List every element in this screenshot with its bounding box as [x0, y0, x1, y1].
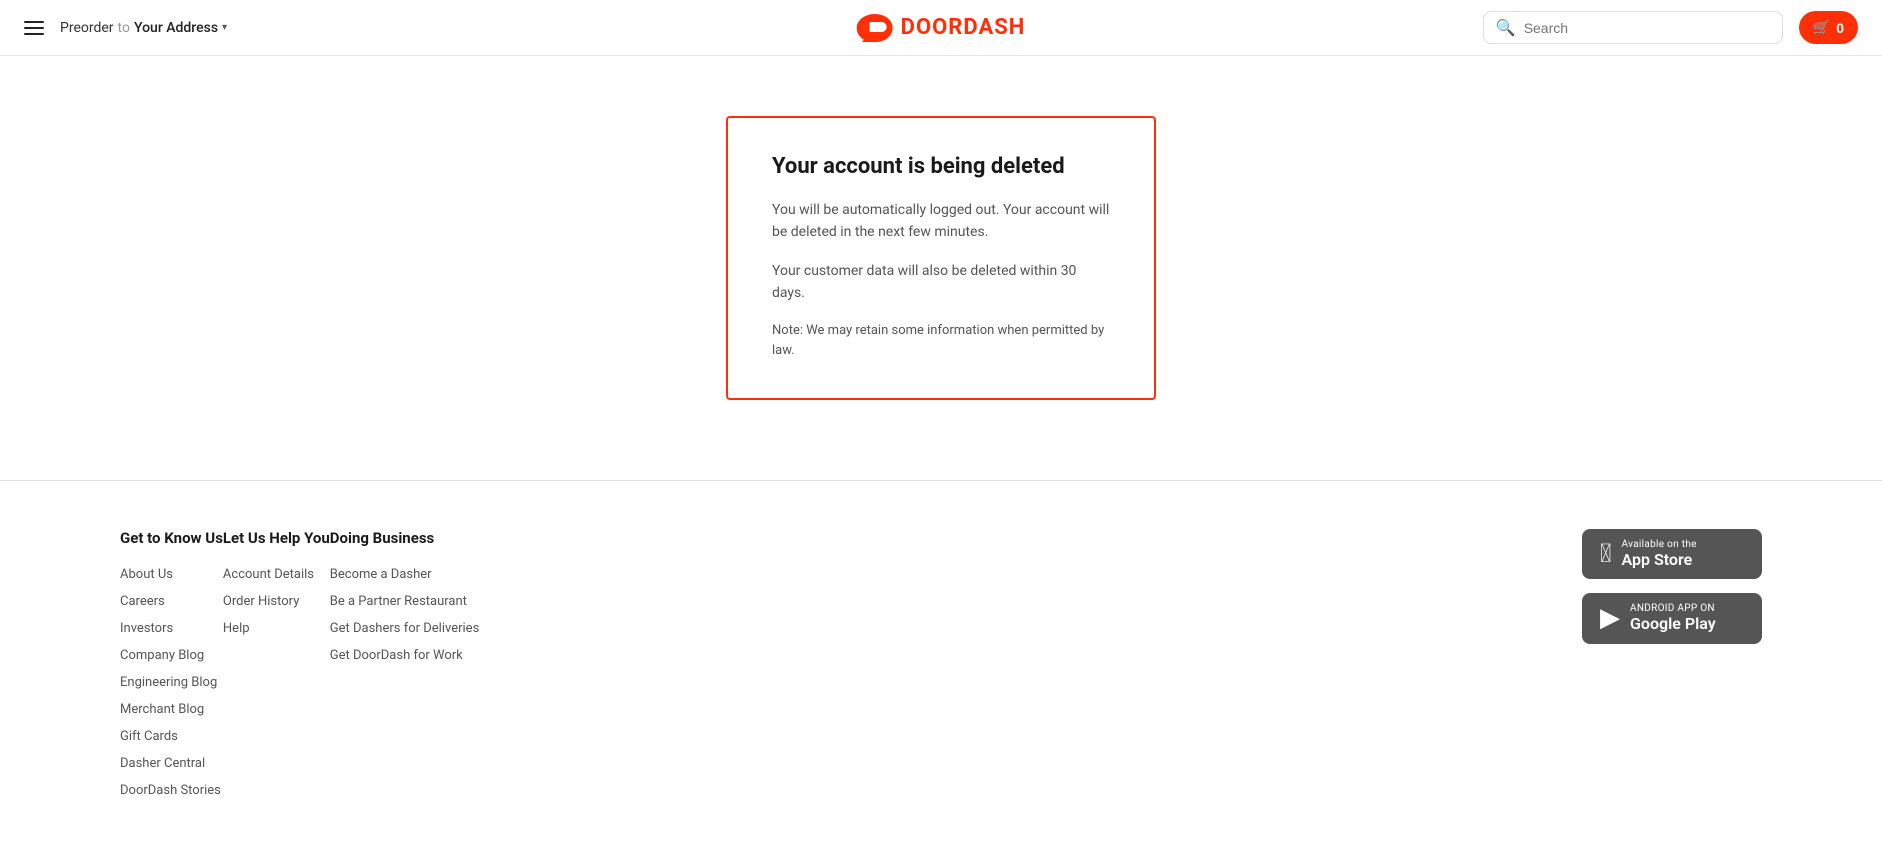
google-play-big-text: Google Play: [1630, 614, 1716, 633]
app-store-small-text: Available on the: [1622, 539, 1697, 550]
footer-col2-title: Let Us Help You: [223, 529, 330, 547]
preorder-label: Preorder: [60, 20, 114, 36]
footer-link-account-details[interactable]: Account Details: [223, 567, 330, 582]
footer-link-doordash-work[interactable]: Get DoorDash for Work: [330, 648, 480, 663]
footer-col3-title: Doing Business: [330, 529, 480, 547]
footer-apps:  Available on the App Store ▶ ANDROID A…: [1582, 529, 1762, 810]
google-play-small-text: ANDROID APP ON: [1630, 603, 1716, 614]
address-label: Your Address: [134, 20, 218, 36]
footer-link-partner-restaurant[interactable]: Be a Partner Restaurant: [330, 594, 480, 609]
footer-link-help[interactable]: Help: [223, 621, 330, 636]
header-right: 🔍 🛒 0: [1483, 11, 1858, 44]
doordash-logo[interactable]: DOORDASH: [857, 14, 1026, 42]
footer-link-dasher-central[interactable]: Dasher Central: [120, 756, 223, 771]
logo-text: DOORDASH: [901, 15, 1026, 40]
cart-icon: 🛒: [1813, 19, 1830, 36]
google-play-button[interactable]: ▶ ANDROID APP ON Google Play: [1582, 593, 1762, 643]
logo-icon: [857, 14, 893, 42]
apple-icon: : [1600, 541, 1612, 567]
footer-col-business: Doing Business Become a Dasher Be a Part…: [330, 529, 480, 810]
account-deleted-title: Your account is being deleted: [772, 154, 1110, 179]
footer-link-dashers-deliveries[interactable]: Get Dashers for Deliveries: [330, 621, 480, 636]
app-store-button[interactable]:  Available on the App Store: [1582, 529, 1762, 579]
preorder-to-text: to: [118, 20, 130, 36]
footer-link-merchant-blog[interactable]: Merchant Blog: [120, 702, 223, 717]
footer-link-order-history[interactable]: Order History: [223, 594, 330, 609]
google-play-icon: ▶: [1600, 605, 1620, 631]
footer-link-about-us[interactable]: About Us: [120, 567, 223, 582]
footer-link-doordash-stories[interactable]: DoorDash Stories: [120, 783, 223, 798]
account-deleted-para1: You will be automatically logged out. Yo…: [772, 199, 1110, 244]
footer-link-engineering-blog[interactable]: Engineering Blog: [120, 675, 223, 690]
site-footer: Get to Know Us About Us Careers Investor…: [0, 480, 1882, 858]
account-deleted-box: Your account is being deleted You will b…: [726, 116, 1156, 400]
account-deleted-para2: Your customer data will also be deleted …: [772, 260, 1110, 305]
search-icon: 🔍: [1496, 18, 1516, 37]
cart-button[interactable]: 🛒 0: [1799, 11, 1858, 44]
search-bar[interactable]: 🔍: [1483, 11, 1783, 44]
footer-link-become-dasher[interactable]: Become a Dasher: [330, 567, 480, 582]
app-store-big-text: App Store: [1622, 550, 1697, 569]
header-left: Preorder to Your Address ▾: [24, 20, 227, 36]
search-input[interactable]: [1524, 20, 1770, 36]
footer-link-gift-cards[interactable]: Gift Cards: [120, 729, 223, 744]
chevron-down-icon: ▾: [222, 22, 227, 33]
footer-col-know-us: Get to Know Us About Us Careers Investor…: [120, 529, 223, 810]
preorder-address-selector[interactable]: Preorder to Your Address ▾: [60, 20, 227, 36]
footer-col1-title: Get to Know Us: [120, 529, 223, 547]
site-header: Preorder to Your Address ▾ DOORDASH 🔍 🛒 …: [0, 0, 1882, 56]
footer-link-company-blog[interactable]: Company Blog: [120, 648, 223, 663]
footer-inner: Get to Know Us About Us Careers Investor…: [120, 529, 1762, 810]
cart-count: 0: [1836, 20, 1844, 36]
hamburger-menu-button[interactable]: [24, 21, 44, 35]
footer-link-investors[interactable]: Investors: [120, 621, 223, 636]
footer-link-careers[interactable]: Careers: [120, 594, 223, 609]
footer-col-help: Let Us Help You Account Details Order Hi…: [223, 529, 330, 810]
account-deleted-note: Note: We may retain some information whe…: [772, 321, 1110, 363]
main-content: Your account is being deleted You will b…: [0, 56, 1882, 480]
